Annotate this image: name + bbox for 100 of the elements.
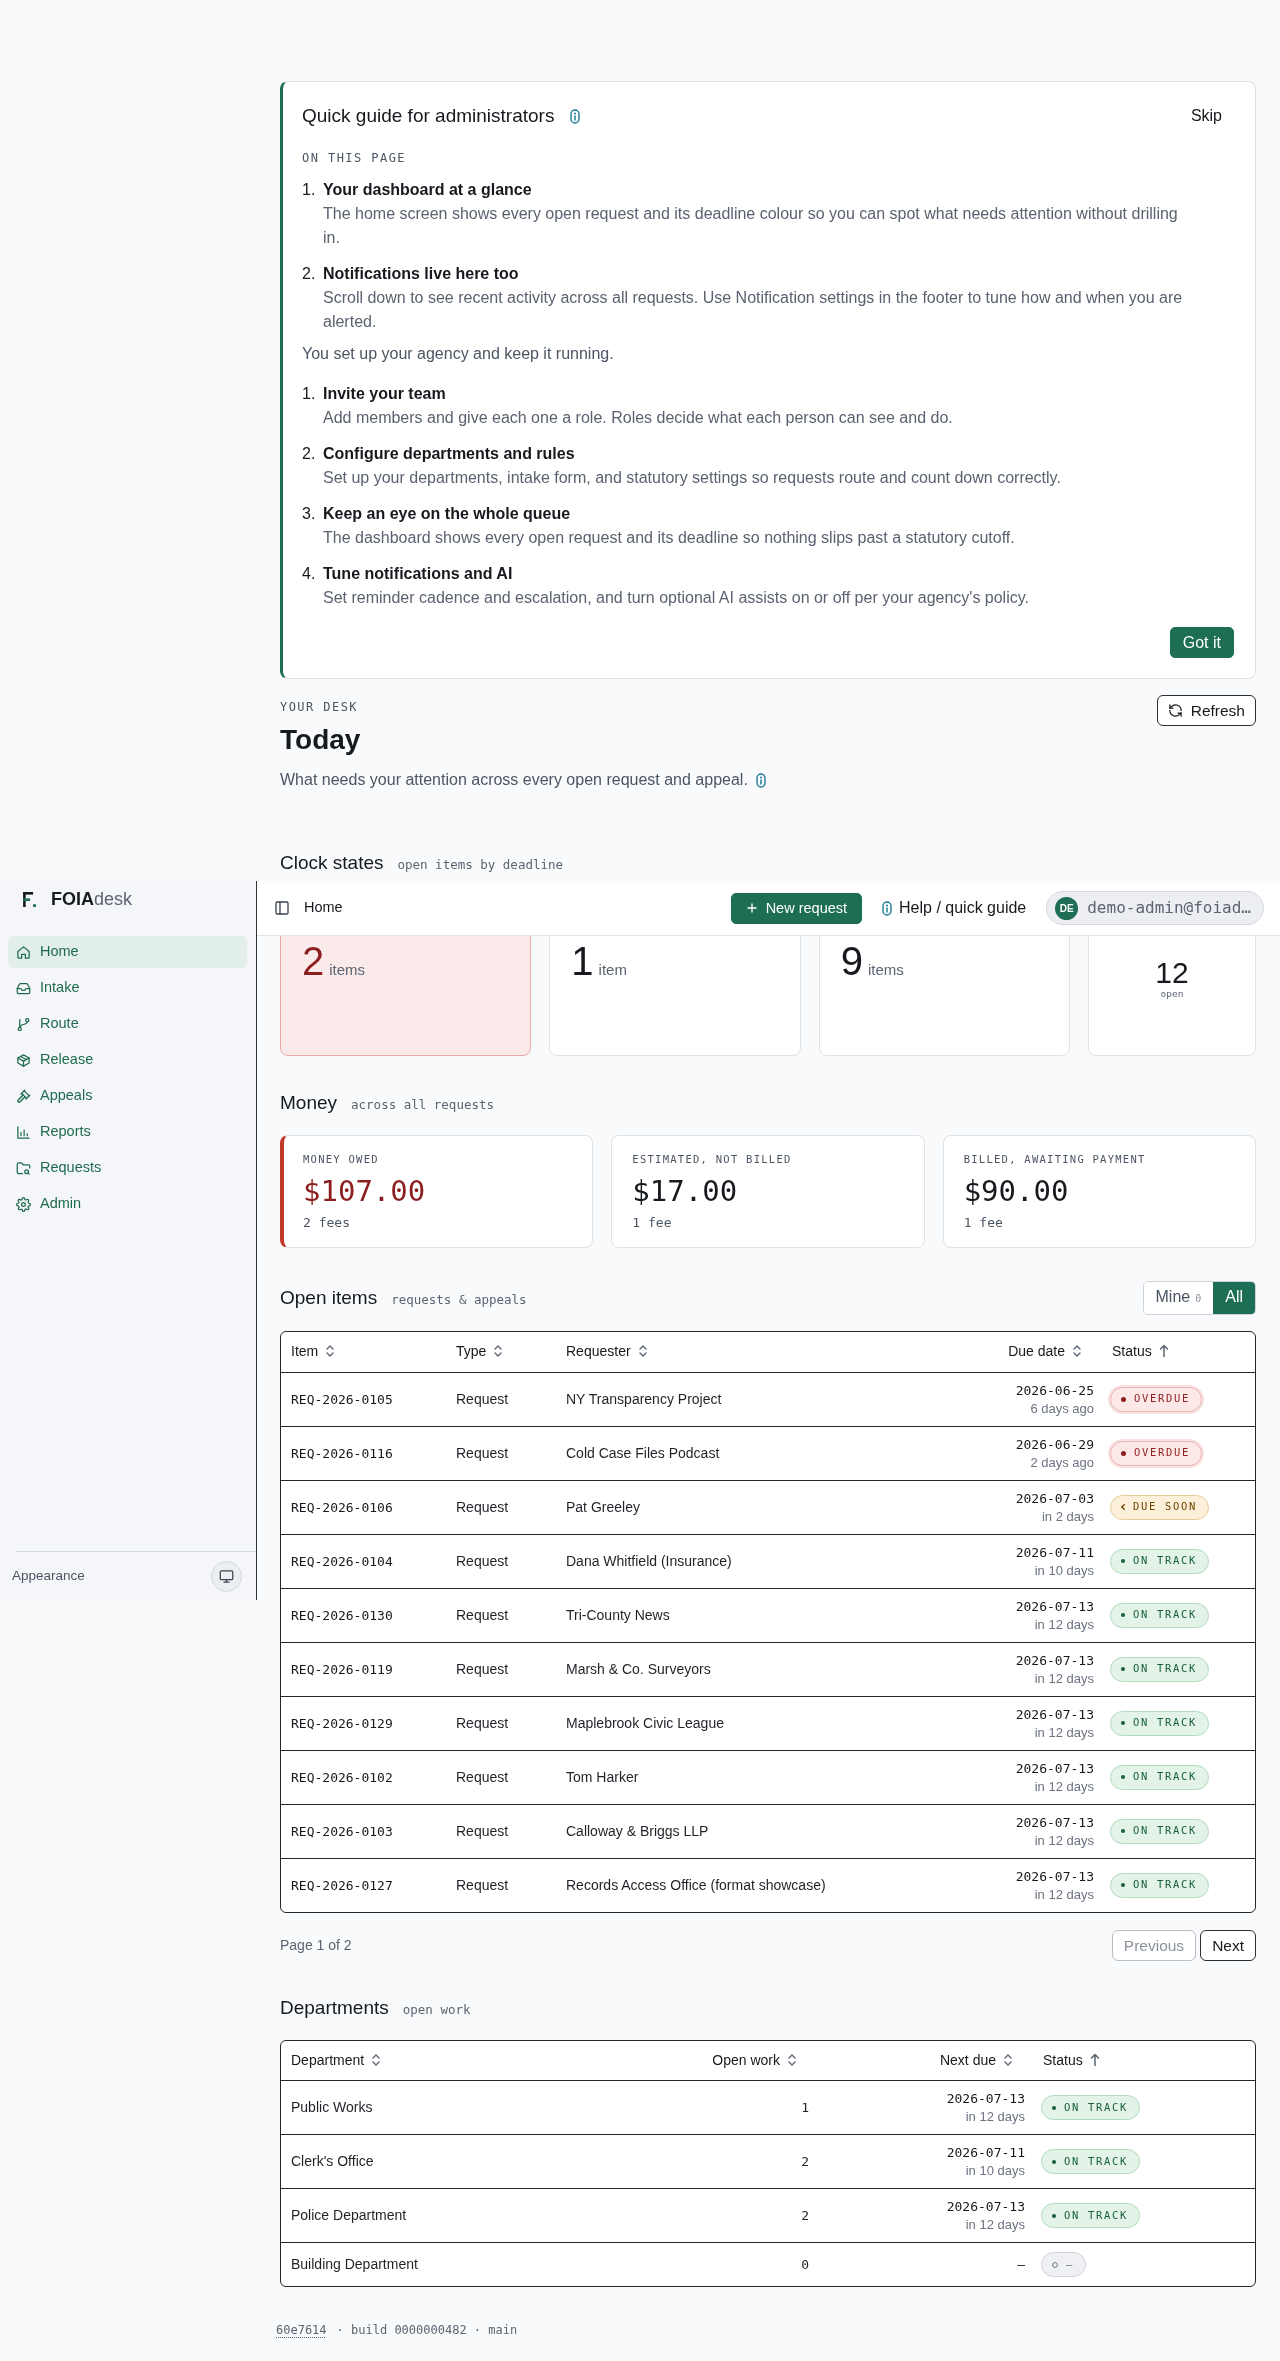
due-relative: in 12 days [1033,1669,1094,1687]
column-header[interactable]: Item [281,1332,446,1372]
column-header[interactable]: Status [1104,1332,1255,1372]
user-menu[interactable]: DE demo-admin@foiad… [1046,891,1264,925]
skip-button[interactable]: Skip [1178,102,1234,130]
item-type: Request [456,1444,509,1461]
sidebar-item[interactable]: Reports [8,1116,247,1148]
pager-button[interactable]: Next [1200,1929,1256,1961]
item-id: REQ-2026-0116 [291,1445,393,1461]
item-id: REQ-2026-0129 [291,1715,393,1731]
column-header[interactable]: Status [1035,2040,1255,2081]
due-relative: in 12 days [964,2108,1025,2125]
item-id: REQ-2026-0105 [291,1391,393,1407]
due-relative: 2 days ago [1029,1453,1094,1471]
guide-title: Quick guide for administrators [302,104,555,128]
money-amount: $17.00 [632,1174,739,1208]
build-info: · build 0000000482 · main [336,2322,518,2339]
info-icon [570,108,581,124]
sidebar-toggle[interactable] [274,900,290,916]
column-header[interactable]: Open work [701,2040,819,2081]
appearance-button[interactable] [211,1560,242,1592]
help-link[interactable]: Help / quick guide [882,896,1027,920]
due-date: 2026-07-03 [1014,1489,1094,1508]
dot-icon [1121,1883,1125,1888]
due-relative: in 12 days [964,2216,1025,2233]
item-type: Request [456,1660,509,1677]
status-label: ON TRACK [1133,1715,1197,1731]
section-caption: open work [402,2000,471,2019]
requester-name: NY Transparency Project [566,1390,722,1407]
fee-count: 1 fee [963,1214,1004,1232]
dot-icon [1121,1396,1126,1402]
panel-icon [274,900,290,916]
sidebar-item[interactable]: Route [8,1008,247,1040]
dot-icon [1052,2213,1056,2218]
page-title: Today [280,723,362,757]
item-id: REQ-2026-0106 [291,1499,393,1515]
dot-icon [1052,2159,1056,2164]
sidebar-item[interactable]: Home [8,936,247,968]
step-description: The home screen shows every open request and its deadline colour so you can spot what needs attention without drilling in. [323,204,1179,248]
section-caption: open items by deadline [397,856,564,874]
status-label: OVERDUE [1134,1445,1190,1461]
column-header[interactable]: Next due [819,2040,1035,2081]
due-date: 2026-07-13 [945,2090,1025,2108]
dot-icon [1121,1775,1125,1780]
got-it-button[interactable]: Got it [1169,627,1234,658]
money-label: BILLED, AWAITING PAYMENT [963,1152,1147,1167]
sidebar-item[interactable]: Appeals [8,1080,247,1112]
commit-link[interactable]: 60e7614 [276,2321,327,2339]
step-title: Tune notifications and AI [323,564,514,584]
status-label: ON TRACK [1133,1823,1197,1839]
package-icon [16,1052,31,1068]
due-date: 2026-07-13 [1014,1705,1094,1724]
home-icon [16,944,31,960]
count-value: 1 [571,939,594,983]
branch-icon [16,1016,31,1032]
intro-text: You set up your agency and keep it running. [302,344,615,364]
due-relative: in 2 days [1040,1507,1094,1525]
page-subtitle: What needs your attention across every open request and appeal. [280,770,748,790]
new-request-button[interactable]: New request [730,892,863,924]
step-number: 2. [302,264,317,284]
status-label: ON TRACK [1133,1877,1197,1893]
user-email: demo-admin@foiad… [1087,897,1251,919]
sidebar-item[interactable]: Admin [8,1188,247,1220]
item-id: REQ-2026-0103 [291,1823,393,1839]
refresh-icon [1167,703,1183,718]
status-label: ON TRACK [1064,2099,1128,2115]
due-relative: in 10 days [964,2162,1025,2179]
sidebar-item[interactable]: Intake [8,972,247,1004]
count-value: 9 [840,939,863,983]
status-label: OVERDUE [1134,1391,1190,1407]
department-name: Clerk's Office [291,2153,374,2169]
sidebar-item[interactable]: Release [8,1044,247,1076]
dot-icon [1052,2105,1056,2110]
due-relative: in 12 days [1033,1885,1094,1903]
sidebar-item[interactable]: Requests [8,1152,247,1184]
item-id: REQ-2026-0127 [291,1877,393,1893]
folder-search-icon [16,1160,31,1176]
status-label: ON TRACK [1133,1661,1197,1677]
column-header[interactable]: Department [281,2040,701,2081]
column-header[interactable]: Requester [556,1332,954,1372]
department-name: Public Works [291,2099,373,2115]
step-number: 1. [302,384,317,404]
requester-name: Dana Whitfield (Insurance) [566,1552,732,1569]
due-relative: in 12 days [1033,1723,1094,1741]
item-type: Request [456,1768,509,1785]
filter-tab[interactable]: All [1213,1282,1255,1314]
department-name: Police Department [291,2207,407,2223]
step-description: Scroll down to see recent activity across all requests. Use Notification settings in the footer to tune how and when you are alerted. [323,288,1184,332]
plus-icon [745,902,758,914]
requester-name: Tom Harker [566,1768,639,1785]
refresh-button[interactable]: Refresh [1156,695,1256,726]
count-unit: item [598,960,627,980]
status-label: ON TRACK [1133,1553,1197,1569]
count-unit: open [1159,988,1185,1000]
info-icon [882,900,893,916]
column-header[interactable]: Type [446,1332,556,1372]
due-date: 2026-07-11 [1014,1543,1094,1562]
circle-icon [1052,2261,1058,2268]
column-header[interactable]: Due date [954,1332,1104,1372]
due-date: — [1016,2255,1025,2274]
